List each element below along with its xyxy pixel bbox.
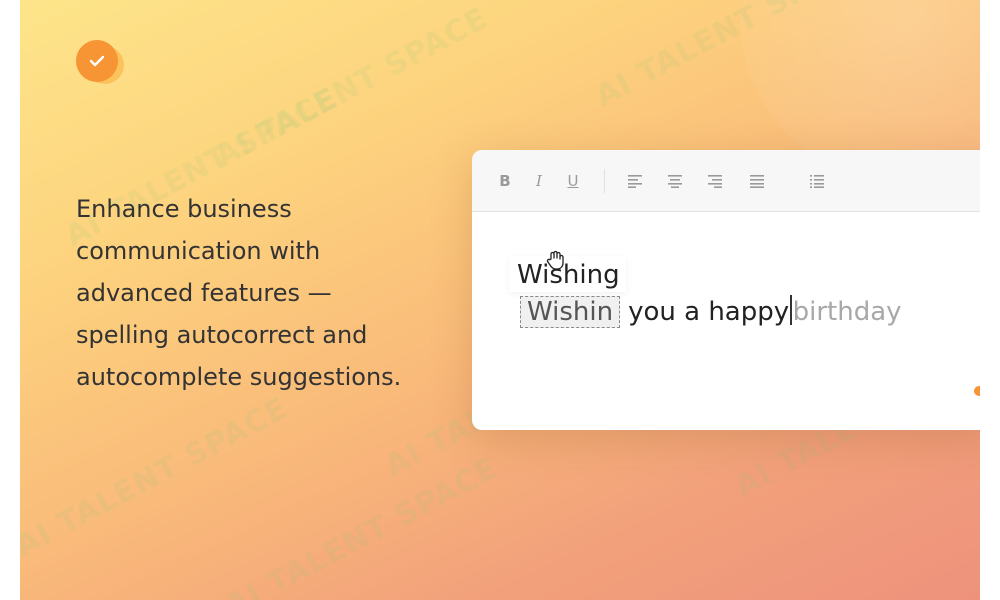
- misspelled-word[interactable]: Wishin: [520, 296, 621, 328]
- watermark: AI TALENT SPACE: [219, 450, 504, 600]
- editor-content-area[interactable]: Wishing Wishin you a happy birthday: [472, 212, 980, 430]
- align-right-icon[interactable]: [706, 170, 724, 192]
- align-center-icon[interactable]: [666, 170, 684, 192]
- feature-description: Enhance business communication with adva…: [76, 188, 476, 398]
- status-dot: [974, 386, 980, 396]
- headline-line: Enhance business: [76, 195, 292, 223]
- headline-line: spelling autocorrect and: [76, 321, 368, 349]
- typed-text: you a happy: [628, 297, 790, 327]
- italic-icon[interactable]: I: [530, 170, 548, 192]
- editor-text-line: Wishin you a happy birthday: [520, 290, 902, 328]
- headline-line: communication with: [76, 237, 321, 265]
- autocomplete-suggestion[interactable]: birthday: [793, 297, 902, 327]
- bold-icon[interactable]: B: [496, 170, 514, 192]
- check-badge: [76, 40, 128, 84]
- hero-panel: AI TALENT SPACE AI TALENT SPACE AI TALEN…: [20, 0, 980, 600]
- toolbar-separator: [604, 169, 605, 193]
- autocorrect-suggestion[interactable]: Wishing: [509, 256, 626, 292]
- hand-cursor-icon: [546, 250, 564, 275]
- headline-line: autocomplete suggestions.: [76, 363, 402, 391]
- headline-line: advanced features —: [76, 279, 332, 307]
- align-justify-icon[interactable]: [748, 170, 766, 192]
- text-editor-window: B I U Wishing Wishin you a happy birthda…: [472, 150, 980, 430]
- text-caret: [790, 295, 792, 325]
- watermark: AI TALENT SPACE: [209, 0, 494, 175]
- align-left-icon[interactable]: [626, 170, 644, 192]
- watermark: AI TALENT SPACE: [20, 390, 294, 565]
- bullet-list-icon[interactable]: [808, 170, 826, 192]
- formatting-toolbar: B I U: [472, 150, 980, 212]
- check-icon: [76, 40, 118, 82]
- underline-icon[interactable]: U: [564, 170, 582, 192]
